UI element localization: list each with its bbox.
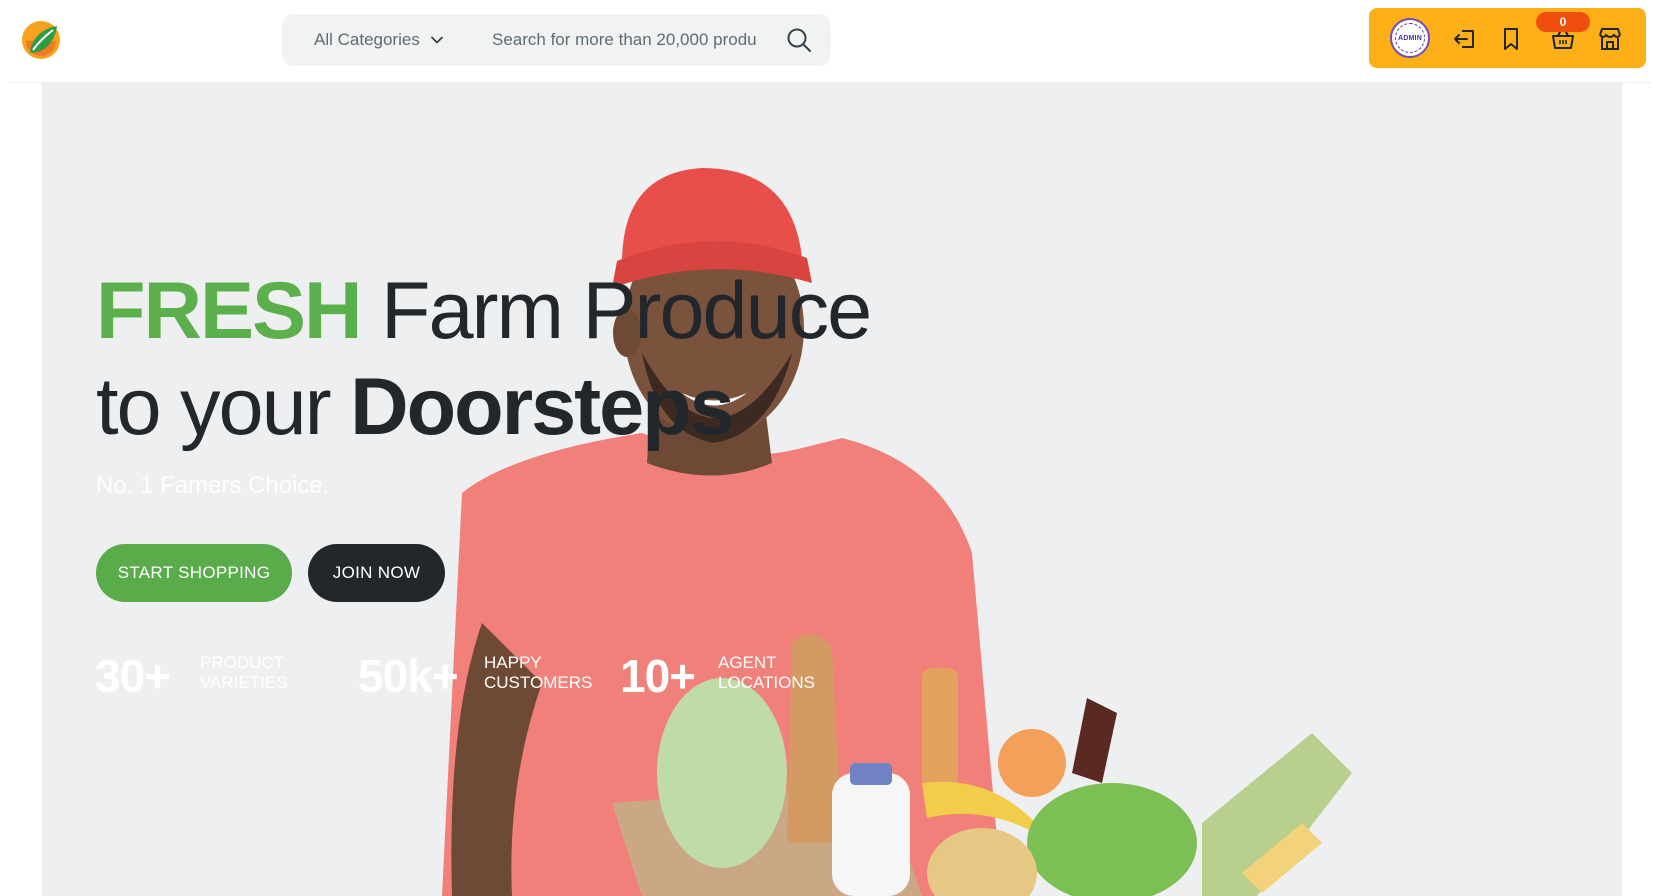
chevron-down-icon: [430, 36, 443, 44]
stat-value-locations: 10+: [620, 650, 696, 702]
search-icon[interactable]: [786, 27, 812, 53]
header-actions: ADMIN 0: [1369, 8, 1646, 68]
hero-headline: FRESH Farm Produce to your Doorsteps: [96, 263, 872, 455]
start-shopping-button[interactable]: START SHOPPING: [96, 544, 292, 602]
stat-label-varieties-1: PRODUCT: [200, 653, 285, 672]
search-bar: All Categories: [282, 14, 831, 66]
hero-banner: FRESH Farm Produce to your Doorsteps No.…: [42, 83, 1622, 896]
store-icon[interactable]: [1596, 25, 1624, 53]
headline-fresh: FRESH: [96, 266, 363, 356]
top-navbar: All Categories ADMIN 0: [0, 0, 1661, 82]
hero-subtitle: No. 1 Famers Choice.: [96, 472, 330, 499]
headline-doorsteps: Doorsteps: [350, 362, 735, 452]
stat-value-customers: 50k+: [358, 650, 459, 702]
logout-icon[interactable]: [1451, 25, 1479, 53]
admin-seal: ADMIN: [1395, 23, 1425, 53]
stat-label-locations-1: AGENT: [718, 653, 777, 672]
cart-count-badge: 0: [1536, 12, 1590, 32]
stat-label-customers-1: HAPPY: [484, 653, 542, 672]
admin-avatar[interactable]: ADMIN: [1390, 18, 1430, 58]
headline-to-your: to your: [96, 362, 351, 452]
headline-line-2: to your Doorsteps: [96, 359, 870, 455]
search-input[interactable]: [492, 24, 757, 56]
bookmark-icon[interactable]: [1497, 25, 1525, 53]
stat-label-customers-2: CUSTOMERS: [484, 673, 593, 692]
category-dropdown[interactable]: All Categories: [314, 14, 444, 66]
logo-icon[interactable]: [20, 19, 62, 61]
stat-label-locations-2: LOCATIONS: [718, 673, 815, 692]
headline-farm-produce: Farm Produce: [360, 266, 872, 356]
stat-value-varieties: 30+: [95, 650, 171, 702]
stat-label-varieties-2: VARIETIES: [200, 673, 288, 692]
headline-line-1: FRESH Farm Produce: [96, 263, 872, 359]
category-label: All Categories: [314, 30, 420, 49]
join-now-button[interactable]: JOIN NOW: [308, 544, 445, 602]
admin-label: ADMIN: [1398, 34, 1422, 42]
